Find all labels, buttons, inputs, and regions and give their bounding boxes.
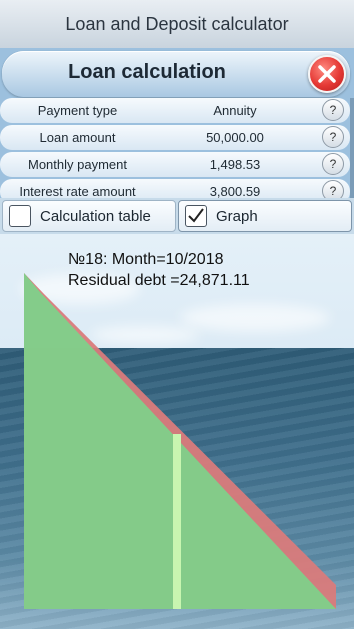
panel-header: Loan calculation	[2, 51, 350, 97]
row-value: 3,800.59	[209, 184, 261, 199]
graph-view[interactable]: №18: Month=10/2018 Residual debt =24,871…	[0, 234, 354, 629]
help-button[interactable]: ?	[322, 99, 344, 121]
app-title-bar: Loan and Deposit calculator	[0, 0, 354, 49]
checkmark-icon	[188, 208, 204, 223]
loan-panel: Loan calculation Payment type Annuity ? …	[0, 48, 354, 204]
row-label: Monthly payment	[28, 157, 127, 172]
tab-label: Graph	[216, 208, 258, 225]
residual-debt-text: Residual debt =24,871.11	[68, 272, 250, 289]
row-label: Interest rate amount	[19, 184, 136, 199]
panel-title: Loan calculation	[68, 61, 226, 83]
debt-graph[interactable]	[0, 234, 354, 629]
panel-scrollbar[interactable]	[350, 98, 354, 198]
help-button[interactable]: ?	[322, 153, 344, 175]
close-button[interactable]	[308, 55, 346, 93]
graph-readout: №18: Month=10/2018 Residual debt =24,871…	[68, 249, 250, 291]
checkbox-graph[interactable]	[185, 205, 207, 227]
tab-calculation-table[interactable]: Calculation table	[2, 200, 176, 232]
row-value: 1,498.53	[209, 157, 261, 172]
app-title: Loan and Deposit calculator	[65, 13, 289, 34]
view-tabs: Calculation table Graph	[0, 198, 354, 234]
checkbox-table[interactable]	[9, 205, 31, 227]
row-monthly-payment: Monthly payment 1,498.53 ?	[0, 152, 350, 177]
tab-label: Calculation table	[40, 208, 151, 225]
row-label: Payment type	[37, 103, 118, 118]
selected-month-bar	[173, 434, 181, 609]
row-value: 50,000.00	[206, 130, 264, 145]
row-label: Loan amount	[39, 130, 116, 145]
close-icon	[318, 65, 336, 83]
tab-graph[interactable]: Graph	[178, 200, 352, 232]
row-loan-amount: Loan amount 50,000.00 ?	[0, 125, 350, 150]
row-payment-type: Payment type Annuity ?	[0, 98, 350, 123]
help-button[interactable]: ?	[322, 126, 344, 148]
selected-month-text: №18: Month=10/2018	[68, 251, 224, 268]
row-value: Annuity	[213, 103, 257, 118]
summary-rows: Payment type Annuity ? Loan amount 50,00…	[0, 98, 350, 206]
